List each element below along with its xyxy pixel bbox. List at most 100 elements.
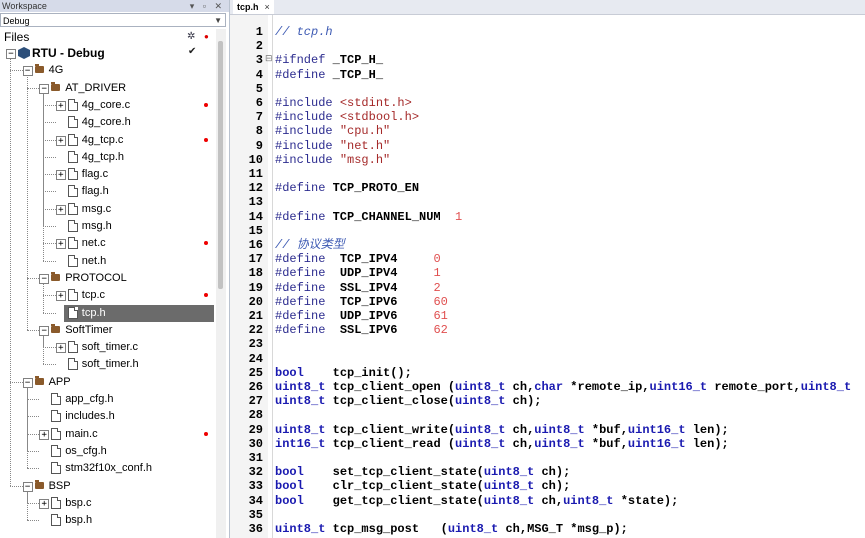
code-line[interactable]: #define TCP_PROTO_EN: [275, 181, 419, 195]
tree-item-flag-h[interactable]: flag.h: [0, 183, 214, 200]
code-line[interactable]: bool get_tcp_client_state(uint8_t ch,uin…: [275, 494, 678, 508]
tree-item-protocol[interactable]: − PROTOCOL: [0, 270, 214, 287]
tree-item-4g[interactable]: − 4G: [0, 62, 214, 79]
code-line[interactable]: #include "net.h": [275, 139, 390, 153]
collapse-icon[interactable]: −: [39, 326, 50, 336]
code-line[interactable]: #define _TCP_H_: [275, 68, 383, 82]
file-icon: [67, 134, 78, 146]
file-icon: [67, 358, 78, 370]
collapse-icon[interactable]: −: [39, 274, 50, 284]
code-line[interactable]: int16_t tcp_client_read (uint8_t ch,uint…: [275, 437, 729, 451]
tree-item-app-cfg-h[interactable]: app_cfg.h: [0, 391, 214, 408]
tree-item-at-driver[interactable]: − AT_DRIVER: [0, 80, 214, 97]
code-line[interactable]: uint8_t tcp_client_write(uint8_t ch,uint…: [275, 423, 729, 437]
code-line[interactable]: uint8_t tcp_msg_post (uint8_t ch,MSG_T *…: [275, 522, 628, 536]
check-icon: ✔: [188, 46, 197, 57]
tree-item-4g-core-h[interactable]: 4g_core.h: [0, 114, 214, 131]
tab-tcp-h[interactable]: tcp.h ×: [233, 0, 274, 14]
tree-item-tcp-h[interactable]: tcp.h: [63, 305, 214, 322]
collapse-icon[interactable]: −: [22, 66, 33, 76]
code-line[interactable]: #define TCP_IPV6 60: [275, 295, 448, 309]
code-line[interactable]: #define UDP_IPV6 61: [275, 309, 448, 323]
code-line[interactable]: #include <stdbool.h>: [275, 110, 419, 124]
tree-item-stm32f10x-conf-h[interactable]: stm32f10x_conf.h: [0, 460, 214, 477]
gear-icon[interactable]: ✲: [187, 29, 195, 45]
code-token: UDP_IPV4: [339, 266, 434, 280]
code-line[interactable]: #define SSL_IPV6 62: [275, 323, 448, 337]
close-icon[interactable]: ×: [265, 2, 270, 12]
file-icon: [51, 410, 62, 422]
tree-item-msg-c[interactable]: + msg.c: [0, 201, 214, 218]
collapse-icon[interactable]: −: [22, 482, 33, 492]
tree-item-flag-c[interactable]: + flag.c: [0, 166, 214, 183]
tree-item-includes-h[interactable]: includes.h: [0, 408, 214, 425]
code-line[interactable]: #ifndef _TCP_H_: [275, 53, 383, 67]
tree-item-4g-tcp-h[interactable]: 4g_tcp.h: [0, 149, 214, 166]
tree-item-label: 4g_core.h: [81, 116, 131, 128]
tree-item-rtu-debug[interactable]: − RTU - Debug ✔: [0, 45, 214, 62]
line-number: 1: [255, 25, 263, 39]
tree-item-tcp-c[interactable]: + tcp.c: [0, 287, 214, 304]
code-line[interactable]: uint8_t tcp_client_close(uint8_t ch);: [275, 394, 541, 408]
tree-item-main-c[interactable]: + main.c: [0, 426, 214, 443]
code-line[interactable]: #define TCP_CHANNEL_NUM 1: [275, 210, 462, 224]
file-icon: [51, 393, 62, 405]
tree-item-soft-timer-h[interactable]: soft_timer.h: [0, 356, 214, 373]
tree-item-soft-timer-c[interactable]: + soft_timer.c: [0, 339, 214, 356]
expand-icon[interactable]: +: [55, 136, 66, 146]
code-line[interactable]: #include "cpu.h": [275, 124, 390, 138]
editor-tabbar: tcp.h ×: [230, 0, 865, 15]
tree-item-os-cfg-h[interactable]: os_cfg.h: [0, 443, 214, 460]
code-line[interactable]: // 协议类型: [275, 238, 345, 252]
configuration-select[interactable]: Debug ▼: [0, 13, 226, 27]
collapse-icon[interactable]: −: [22, 378, 33, 388]
code-line[interactable]: #define SSL_IPV4 2: [275, 281, 441, 295]
code-line[interactable]: bool clr_tcp_client_state(uint8_t ch);: [275, 479, 570, 493]
expand-icon[interactable]: +: [55, 205, 66, 215]
code-line[interactable]: #define UDP_IPV4 1: [275, 266, 441, 280]
code-token: uint16_t: [627, 437, 686, 451]
expand-icon[interactable]: +: [55, 291, 66, 301]
tree-item-net-c[interactable]: + net.c: [0, 235, 214, 252]
code-line[interactable]: #define TCP_IPV4 0: [275, 252, 441, 266]
tree-item-label: net.h: [81, 255, 107, 267]
code-token: #include: [275, 139, 340, 153]
tree-item-net-h[interactable]: net.h: [0, 253, 214, 270]
collapse-icon[interactable]: −: [6, 49, 16, 59]
code-token: *state);: [613, 494, 679, 508]
code-editor[interactable]: 1 2 3 ⊟ 4 5 6 7 8 9 10 11 12 13 14 15 16 17 18 19 20 21 22 23 24…: [230, 15, 865, 538]
tree-item-label: main.c: [65, 428, 98, 440]
expand-icon[interactable]: +: [55, 239, 66, 249]
chevron-down-icon[interactable]: ▼: [214, 14, 222, 28]
tree-item-bsp-c[interactable]: + bsp.c: [0, 495, 214, 512]
workspace-title: Workspace: [2, 1, 47, 11]
code-line[interactable]: #include "msg.h": [275, 153, 390, 167]
tree-item-app[interactable]: − APP: [0, 374, 214, 391]
code-token: TCP_IPV6: [339, 295, 434, 309]
code-token: uint16_t: [649, 380, 708, 394]
tree-item-bsp[interactable]: − BSP: [0, 478, 214, 495]
code-line[interactable]: uint8_t tcp_client_open (uint8_t ch,char…: [275, 380, 851, 394]
code-line[interactable]: #include <stdint.h>: [275, 96, 412, 110]
tree-item-label: SoftTimer: [65, 324, 113, 336]
tree-item-softtimer[interactable]: − SoftTimer: [0, 322, 214, 339]
expand-icon[interactable]: +: [55, 170, 66, 180]
expand-icon[interactable]: +: [39, 499, 50, 509]
code-line[interactable]: // tcp.h: [275, 25, 333, 39]
collapse-icon[interactable]: −: [39, 84, 50, 94]
tree-item-msg-h[interactable]: msg.h: [0, 218, 214, 235]
code-token: uint8_t: [275, 423, 326, 437]
panel-pin-icon[interactable]: ▾ ▫ ✕: [190, 0, 225, 12]
code-token: bool: [275, 479, 304, 493]
scrollbar-thumb[interactable]: [218, 41, 223, 289]
tree-item-4g-tcp-c[interactable]: +4g_tcp.c: [0, 132, 214, 149]
tree-item-4g-core-c[interactable]: +4g_core.c: [0, 97, 214, 114]
line-number: 14: [248, 210, 263, 224]
expand-icon[interactable]: +: [55, 343, 66, 353]
expand-icon[interactable]: +: [39, 430, 50, 440]
tree-scrollbar[interactable]: [216, 29, 226, 538]
tree-item-bsp-h[interactable]: bsp.h: [0, 512, 214, 529]
code-line[interactable]: bool tcp_init();: [275, 366, 412, 380]
expand-icon[interactable]: +: [55, 101, 66, 111]
code-line[interactable]: bool set_tcp_client_state(uint8_t ch);: [275, 465, 570, 479]
